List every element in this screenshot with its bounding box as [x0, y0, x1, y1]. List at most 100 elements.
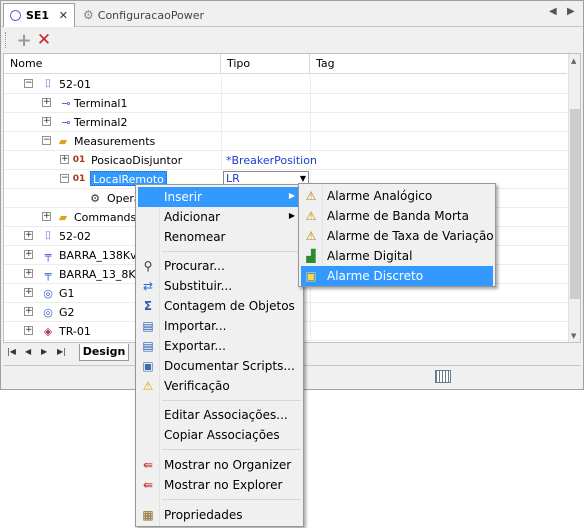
generator-icon: ◎ — [43, 286, 53, 300]
expand-icon[interactable]: + — [42, 117, 51, 126]
tree-row[interactable]: + ⊸ Terminal2 — [4, 113, 567, 132]
tab-scroll-right-icon[interactable]: ▶ — [567, 6, 575, 17]
collapse-icon[interactable]: − — [24, 79, 33, 88]
context-menu: Inserir ▶ Adicionar ▶ Renomear ⚲ Procura… — [135, 184, 304, 527]
tab-design[interactable]: Design — [79, 344, 129, 361]
toolbar-grip[interactable] — [5, 32, 8, 48]
sheet-prev-icon[interactable]: ◀ — [25, 347, 31, 356]
expand-icon[interactable]: + — [24, 288, 33, 297]
tree-row-label: BARRA_138Kv — [59, 249, 137, 262]
busbar-icon: ╤ — [44, 248, 52, 262]
scroll-down-icon[interactable]: ▼ — [571, 332, 576, 340]
submenu-arrow-icon: ▶ — [288, 211, 295, 220]
submenu-item-alarme-taxa-variacao[interactable]: ⚠ Alarme de Taxa de Variação — [301, 226, 494, 246]
tree-row[interactable]: + ⊸ Terminal1 — [4, 94, 567, 113]
tab-scroll-left-icon[interactable]: ◀ — [549, 6, 557, 17]
menu-item-label: Mostrar no Explorer — [164, 478, 283, 492]
menu-item-mostrar-explorer[interactable]: ⇚ Mostrar no Explorer — [138, 475, 301, 495]
expand-icon[interactable]: + — [24, 326, 33, 335]
menu-item-label: Alarme de Banda Morta — [327, 209, 469, 223]
menu-item-mostrar-organizer[interactable]: ⇚ Mostrar no Organizer — [138, 455, 301, 475]
tree-row-label: Terminal1 — [74, 97, 128, 110]
menu-item-label: Verificação — [164, 379, 230, 393]
expand-icon[interactable]: + — [24, 307, 33, 316]
menu-item-inserir[interactable]: Inserir ▶ — [138, 187, 301, 207]
tree-row[interactable]: − ⌷ 52-01 — [4, 75, 567, 94]
close-icon[interactable]: ✕ — [59, 9, 68, 22]
sigma-icon: Σ — [143, 299, 153, 313]
menu-item-exportar[interactable]: ▤ Exportar... — [138, 336, 301, 356]
measurement-icon: 01 — [72, 155, 86, 165]
menu-item-propriedades[interactable]: ▦ Propriedades — [138, 505, 301, 525]
grid-header: Nome Tipo Tag — [4, 54, 567, 74]
sheet-first-icon[interactable]: |◀ — [7, 347, 16, 356]
collapse-icon[interactable]: − — [42, 136, 51, 145]
scrollbar-thumb[interactable] — [570, 109, 580, 299]
menu-item-substituir[interactable]: ⇄ Substituir... — [138, 276, 301, 296]
busbar-icon: ╤ — [44, 267, 52, 281]
tree-row[interactable]: − ▰ Measurements — [4, 132, 567, 151]
sheet-next-icon[interactable]: ▶ — [41, 347, 47, 356]
screen-icon — [10, 10, 21, 21]
breaker-icon: ⌷ — [44, 229, 52, 242]
tree-row[interactable]: + 01 PosicaoDisjuntor *BreakerPosition — [4, 151, 567, 170]
menu-item-contagem[interactable]: Σ Contagem de Objetos — [138, 296, 301, 316]
deadband-alarm-icon: ⚠ — [305, 209, 317, 223]
column-header-tag[interactable]: Tag — [310, 54, 567, 74]
inserir-submenu: ⚠ Alarme Analógico ⚠ Alarme de Banda Mor… — [298, 183, 496, 287]
submenu-item-alarme-digital[interactable]: ▟ Alarme Digital — [301, 246, 493, 266]
delete-x-icon[interactable]: ✕ — [34, 30, 54, 50]
tree-row-label: 52-01 — [59, 78, 91, 91]
column-header-tipo[interactable]: Tipo — [221, 54, 310, 74]
document-scripts-icon: ▣ — [142, 359, 154, 373]
gear-icon: ⚙ — [83, 8, 94, 22]
replace-icon: ⇄ — [142, 279, 154, 293]
menu-item-label: Alarme Analógico — [327, 189, 433, 203]
rate-alarm-icon: ⚠ — [305, 229, 317, 243]
menu-item-label: Renomear — [164, 230, 226, 244]
collapse-icon[interactable]: − — [60, 174, 69, 183]
expand-icon[interactable]: + — [60, 155, 69, 164]
terminal-icon: ⊸ — [61, 115, 71, 129]
expand-icon[interactable]: + — [24, 250, 33, 259]
tab-se1-label: SE1 — [26, 9, 50, 22]
menu-item-label: Documentar Scripts... — [164, 359, 295, 373]
menu-item-adicionar[interactable]: Adicionar ▶ — [138, 207, 301, 227]
menu-item-label: Alarme Digital — [327, 249, 413, 263]
expand-icon[interactable]: + — [42, 212, 51, 221]
warning-icon: ⚠ — [142, 379, 154, 393]
menu-item-label: Importar... — [164, 319, 227, 333]
menu-item-documentar[interactable]: ▣ Documentar Scripts... — [138, 356, 301, 376]
sheet-last-icon[interactable]: ▶| — [57, 347, 66, 356]
submenu-item-alarme-banda-morta[interactable]: ⚠ Alarme de Banda Morta — [301, 206, 493, 226]
toolbar: + ✕ — [1, 28, 583, 52]
tree-row-label: 52-02 — [59, 230, 91, 243]
menu-item-importar[interactable]: ▤ Importar... — [138, 316, 301, 336]
menu-item-procurar[interactable]: ⚲ Procurar... — [138, 256, 301, 276]
document-tab-bar: SE1 ✕ ⚙ ConfiguracaoPower ◀ ▶ — [1, 1, 583, 27]
column-header-nome[interactable]: Nome — [4, 54, 221, 74]
submenu-item-alarme-analogico[interactable]: ⚠ Alarme Analógico — [301, 186, 493, 206]
menu-item-label: Propriedades — [164, 508, 243, 522]
terminal-icon: ⊸ — [61, 96, 71, 110]
vertical-scrollbar[interactable]: ▲ ▼ — [568, 54, 580, 342]
menu-item-label: Substituir... — [164, 279, 233, 293]
expand-icon[interactable]: + — [42, 98, 51, 107]
menu-item-verificacao[interactable]: ⚠ Verificação — [138, 376, 301, 396]
tree-row-label: Measurements — [74, 135, 156, 148]
tab-configuracaopower[interactable]: ⚙ ConfiguracaoPower — [77, 3, 227, 27]
tab-configuracaopower-label: ConfiguracaoPower — [97, 8, 205, 22]
expand-icon[interactable]: + — [24, 231, 33, 240]
tab-se1[interactable]: SE1 ✕ — [3, 3, 75, 27]
plus-icon[interactable]: + — [14, 30, 34, 51]
expand-icon[interactable]: + — [24, 269, 33, 278]
import-icon: ▤ — [142, 319, 154, 333]
measurement-icon: 01 — [72, 174, 86, 184]
menu-item-label: Inserir — [164, 190, 202, 204]
menu-item-editar-associacoes[interactable]: Editar Associações... — [138, 405, 301, 425]
scroll-up-icon[interactable]: ▲ — [571, 57, 576, 65]
menu-item-renomear[interactable]: Renomear — [138, 227, 301, 247]
submenu-item-alarme-discreto[interactable]: ▣ Alarme Discreto — [301, 266, 493, 286]
menu-item-copiar-associacoes[interactable]: Copiar Associações — [138, 425, 301, 445]
menu-item-label: Adicionar — [164, 210, 221, 224]
